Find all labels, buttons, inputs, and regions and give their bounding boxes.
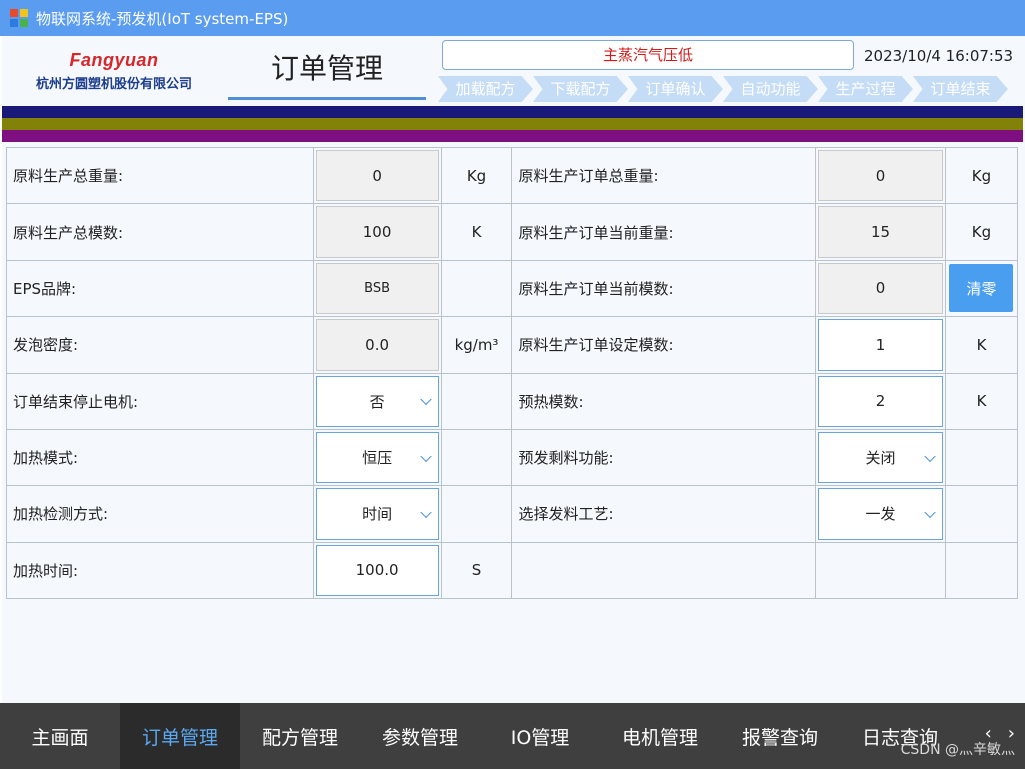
nav-alarm-query[interactable]: 报警查询	[720, 703, 840, 769]
select-value: 一发	[865, 505, 896, 524]
leftover-function-select[interactable]: 关闭	[818, 431, 943, 484]
nav-motor-management[interactable]: 电机管理	[600, 703, 720, 769]
select-value: 恒压	[362, 449, 393, 468]
unit-label: Kg	[944, 203, 1019, 261]
empty-cell	[944, 541, 1019, 600]
step-download-recipe[interactable]: 下载配方	[533, 76, 628, 102]
unit-label: kg/m³	[440, 316, 513, 374]
eps-brand-value: BSB	[315, 262, 439, 315]
order-current-weight-value: 15	[818, 206, 943, 258]
unit-label	[440, 372, 513, 430]
unit-label: Kg	[440, 146, 513, 205]
table-row: 加热时间: 100.0 S	[6, 541, 1019, 600]
chevron-down-icon	[924, 450, 936, 462]
order-total-weight-value: 0	[818, 150, 943, 202]
step-auto-function[interactable]: 自动功能	[723, 76, 818, 102]
nav-recipe-management[interactable]: 配方管理	[240, 703, 360, 769]
row-label: 发泡密度:	[6, 316, 314, 374]
table-row: 发泡密度: 0.0 kg/m³ 原料生产订单设定模数: 1 K	[6, 316, 1019, 374]
table-row: 原料生产总模数: 100 K 原料生产订单当前重量: 15 Kg	[6, 203, 1019, 261]
heating-detect-select[interactable]: 时间	[315, 488, 439, 540]
row-label: 预热模数:	[511, 372, 817, 430]
unit-label	[440, 485, 513, 543]
table-row: 订单结束停止电机: 否 预热模数: 2 K	[6, 372, 1019, 430]
table-row: 加热模式: 恒压 预发剩料功能: 关闭	[6, 428, 1019, 487]
nav-main[interactable]: 主画面	[0, 703, 120, 769]
process-steps: 加载配方 下载配方 订单确认 自动功能 生产过程 订单结束	[438, 76, 1008, 102]
order-grid: 原料生产总重量: 0 Kg 原料生产订单总重量: 0 Kg 原料生产总模数: 1…	[6, 146, 1019, 600]
clear-button[interactable]: 清零	[949, 264, 1014, 313]
row-label: 原料生产总模数:	[6, 203, 314, 261]
heating-mode-select[interactable]: 恒压	[315, 431, 439, 484]
unit-label: K	[440, 203, 513, 261]
unit-label	[944, 485, 1019, 543]
color-bar-olive	[2, 118, 1023, 130]
step-load-recipe[interactable]: 加载配方	[438, 76, 533, 102]
row-label: 原料生产订单当前模数:	[511, 259, 817, 318]
total-weight-value: 0	[315, 150, 439, 202]
row-label: 预发剩料功能:	[511, 428, 817, 487]
preheat-mold-input[interactable]: 2	[818, 375, 943, 427]
stop-motor-select[interactable]: 否	[315, 375, 439, 427]
foam-density-value: 0.0	[315, 319, 439, 371]
app-icon	[10, 9, 28, 27]
empty-cell	[815, 541, 946, 600]
step-production[interactable]: 生产过程	[818, 76, 913, 102]
total-mold-count-value: 100	[315, 206, 439, 258]
table-row: 原料生产总重量: 0 Kg 原料生产订单总重量: 0 Kg	[6, 146, 1019, 205]
nav-parameter-management[interactable]: 参数管理	[360, 703, 480, 769]
brand-logo: Fangyuan 杭州方圆塑机股份有限公司	[16, 50, 212, 92]
nav-log-query[interactable]: 日志查询	[840, 703, 960, 769]
window-titlebar: 物联网系统-预发机(IoT system-EPS)	[0, 0, 1025, 36]
table-row: 加热检测方式: 时间 选择发料工艺: 一发	[6, 485, 1019, 543]
brand-logo-text: Fangyuan	[69, 50, 159, 70]
unit-label	[944, 428, 1019, 487]
nav-io-management[interactable]: IO管理	[480, 703, 600, 769]
chevron-down-icon	[419, 506, 432, 518]
color-bar-purple	[2, 130, 1023, 142]
row-label: 订单结束停止电机:	[6, 372, 314, 430]
row-label: 原料生产总重量:	[6, 146, 314, 205]
heating-time-input[interactable]: 100.0	[315, 544, 439, 596]
alarm-banner: 主蒸汽气压低	[442, 40, 854, 70]
select-value: 时间	[362, 505, 393, 524]
order-current-mold-value: 0	[818, 262, 943, 315]
row-label: 原料生产订单总重量:	[511, 146, 817, 205]
unit-label: S	[440, 541, 513, 600]
nav-order-management[interactable]: 订单管理	[120, 703, 240, 769]
bottom-nav: 主画面 订单管理 配方管理 参数管理 IO管理 电机管理 报警查询 日志查询 ‹…	[0, 703, 1025, 769]
row-label: EPS品牌:	[6, 259, 314, 318]
color-bar-navy	[2, 106, 1023, 118]
empty-cell	[511, 541, 817, 600]
unit-label	[440, 428, 513, 487]
unit-label: K	[944, 316, 1019, 374]
unit-label	[440, 259, 513, 318]
row-label: 加热检测方式:	[6, 485, 314, 543]
row-label: 原料生产订单当前重量:	[511, 203, 817, 261]
row-label: 加热时间:	[6, 541, 314, 600]
step-order-end[interactable]: 订单结束	[913, 76, 1008, 102]
row-label: 加热模式:	[6, 428, 314, 487]
left-edge	[0, 36, 2, 769]
window-title: 物联网系统-预发机(IoT system-EPS)	[36, 9, 289, 28]
unit-label: K	[944, 372, 1019, 430]
page-title: 订单管理	[228, 48, 426, 100]
chevron-down-icon	[419, 450, 432, 462]
table-row: EPS品牌: BSB 原料生产订单当前模数: 0 清零	[6, 259, 1019, 318]
step-order-confirm[interactable]: 订单确认	[628, 76, 723, 102]
chevron-down-icon	[924, 506, 936, 518]
select-value: 关闭	[865, 449, 896, 468]
row-label: 选择发料工艺:	[511, 485, 817, 543]
feed-process-select[interactable]: 一发	[818, 488, 943, 540]
company-name: 杭州方圆塑机股份有限公司	[35, 77, 192, 92]
datetime: 2023/10/4 16:07:53	[864, 47, 1014, 65]
select-value: 否	[369, 392, 385, 411]
chevron-down-icon	[419, 393, 432, 406]
watermark: CSDN @灬辛敏灬	[900, 742, 1015, 758]
order-set-mold-input[interactable]: 1	[818, 319, 943, 371]
row-label: 原料生产订单设定模数:	[511, 316, 817, 374]
header: Fangyuan 杭州方圆塑机股份有限公司 订单管理 主蒸汽气压低 2023/1…	[2, 36, 1025, 106]
unit-label: Kg	[944, 146, 1019, 205]
